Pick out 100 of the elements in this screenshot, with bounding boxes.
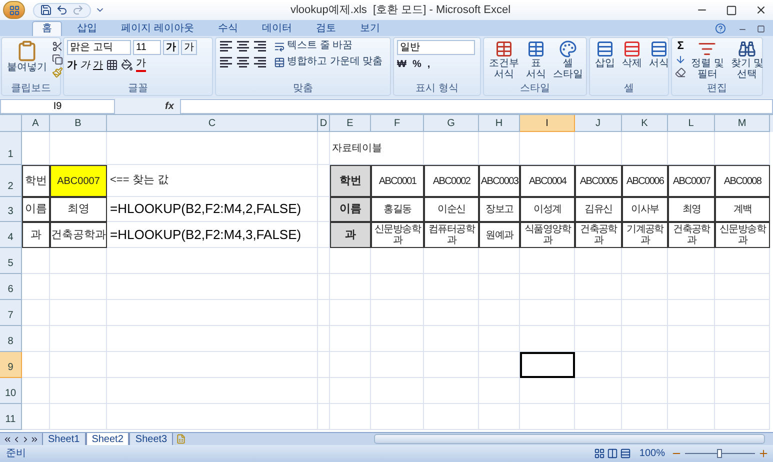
merge-center-button[interactable]: 병합하고 가운데 맞춤 [274, 56, 383, 68]
sheet-tab[interactable]: Sheet1 [42, 433, 86, 445]
align-center-icon[interactable] [236, 56, 250, 68]
empty-cell[interactable] [715, 352, 770, 378]
empty-cell[interactable] [668, 300, 715, 326]
autosum-button[interactable]: Σ [675, 40, 686, 52]
wrap-text-button[interactable]: 텍스트 줄 바꿈 [274, 40, 353, 52]
empty-cell[interactable] [479, 352, 520, 378]
empty-cell[interactable] [622, 274, 668, 300]
zoom-in-icon[interactable] [758, 448, 769, 459]
column-header[interactable]: C [107, 115, 318, 132]
row-header[interactable]: 4 [0, 222, 22, 248]
row-header[interactable]: 9 [0, 352, 22, 378]
help-icon[interactable] [715, 23, 726, 34]
empty-cell[interactable] [424, 248, 479, 274]
ribbon-tab[interactable]: 수식 [208, 21, 247, 36]
empty-cell[interactable] [575, 248, 622, 274]
previous-sheet-icon[interactable] [12, 434, 21, 444]
column-header[interactable]: E [330, 115, 371, 132]
empty-cell[interactable] [622, 404, 668, 430]
empty-cell[interactable] [50, 274, 107, 300]
empty-cell[interactable] [50, 404, 107, 430]
empty-cell[interactable] [479, 274, 520, 300]
ribbon-tab[interactable]: 보기 [350, 21, 389, 36]
row-header[interactable]: 10 [0, 378, 22, 404]
editing-button[interactable]: 찾기 및 선택 [728, 40, 766, 83]
empty-cell[interactable] [715, 300, 770, 326]
empty-cell[interactable] [575, 274, 622, 300]
style-button[interactable]: 조건부 서식 [487, 40, 521, 83]
align-right-icon[interactable] [253, 56, 267, 68]
empty-cell[interactable] [371, 378, 424, 404]
empty-cell[interactable] [371, 326, 424, 352]
row-header[interactable]: 5 [0, 248, 22, 274]
cells-button[interactable]: 삽입 [593, 40, 617, 83]
empty-cell[interactable] [668, 378, 715, 404]
empty-cell[interactable] [622, 248, 668, 274]
empty-cell[interactable] [318, 248, 330, 274]
empty-cell[interactable] [50, 352, 107, 378]
empty-cell[interactable] [479, 326, 520, 352]
empty-cell[interactable] [715, 378, 770, 404]
row-header[interactable]: 8 [0, 326, 22, 352]
name-box[interactable]: I9 [0, 98, 115, 114]
empty-cell[interactable] [479, 404, 520, 430]
font-color-button[interactable]: 가 [136, 58, 146, 72]
empty-cell[interactable] [371, 404, 424, 430]
empty-cell[interactable] [330, 300, 371, 326]
empty-cell[interactable] [50, 248, 107, 274]
active-cell[interactable] [520, 352, 575, 378]
maximize-icon[interactable] [726, 4, 737, 16]
empty-cell[interactable] [318, 300, 330, 326]
empty-cell[interactable] [330, 378, 371, 404]
row-header[interactable]: 6 [0, 274, 22, 300]
align-left-icon[interactable] [219, 56, 233, 68]
empty-cell[interactable] [479, 300, 520, 326]
empty-cell[interactable] [107, 378, 318, 404]
empty-cell[interactable] [107, 274, 318, 300]
empty-cell[interactable] [50, 326, 107, 352]
close-icon[interactable] [755, 4, 767, 16]
empty-cell[interactable] [424, 300, 479, 326]
empty-cell[interactable] [520, 132, 575, 165]
empty-cell[interactable] [575, 378, 622, 404]
empty-cell[interactable] [107, 404, 318, 430]
column-header[interactable]: G [424, 115, 479, 132]
column-header[interactable]: L [668, 115, 715, 132]
empty-cell[interactable] [575, 352, 622, 378]
horizontal-scrollbar[interactable] [374, 434, 765, 444]
formula-input[interactable] [180, 98, 773, 114]
font-name-field[interactable]: 맑은 고딕 [67, 40, 131, 55]
empty-cell[interactable] [424, 326, 479, 352]
empty-cell[interactable] [715, 274, 770, 300]
empty-cell[interactable] [668, 248, 715, 274]
column-header[interactable]: A [22, 115, 50, 132]
empty-cell[interactable] [424, 378, 479, 404]
empty-cell[interactable] [479, 248, 520, 274]
row-header[interactable]: 11 [0, 404, 22, 430]
fill-color-icon[interactable] [121, 59, 133, 71]
empty-cell[interactable] [622, 132, 668, 165]
column-header[interactable]: M [715, 115, 770, 132]
next-sheet-icon[interactable] [21, 434, 30, 444]
empty-cell[interactable] [318, 274, 330, 300]
empty-cell[interactable] [330, 352, 371, 378]
empty-cell[interactable] [330, 404, 371, 430]
column-header[interactable]: I [520, 115, 575, 132]
empty-cell[interactable] [330, 248, 371, 274]
ribbon-tab[interactable]: 검토 [306, 21, 345, 36]
style-button[interactable]: 셀 스타일 [551, 40, 585, 83]
empty-cell[interactable] [371, 248, 424, 274]
zoom-slider[interactable] [685, 448, 755, 458]
number-format-field[interactable]: 일반 [397, 40, 475, 55]
row-header[interactable]: 2 [0, 165, 22, 197]
row-header[interactable]: 7 [0, 300, 22, 326]
empty-cell[interactable] [107, 248, 318, 274]
empty-cell[interactable] [520, 326, 575, 352]
empty-cell[interactable] [575, 404, 622, 430]
zoom-thumb[interactable] [717, 449, 722, 458]
empty-cell[interactable] [371, 352, 424, 378]
empty-cell[interactable] [622, 352, 668, 378]
office-button[interactable] [3, 1, 25, 19]
empty-cell[interactable] [22, 132, 50, 165]
empty-cell[interactable] [318, 326, 330, 352]
